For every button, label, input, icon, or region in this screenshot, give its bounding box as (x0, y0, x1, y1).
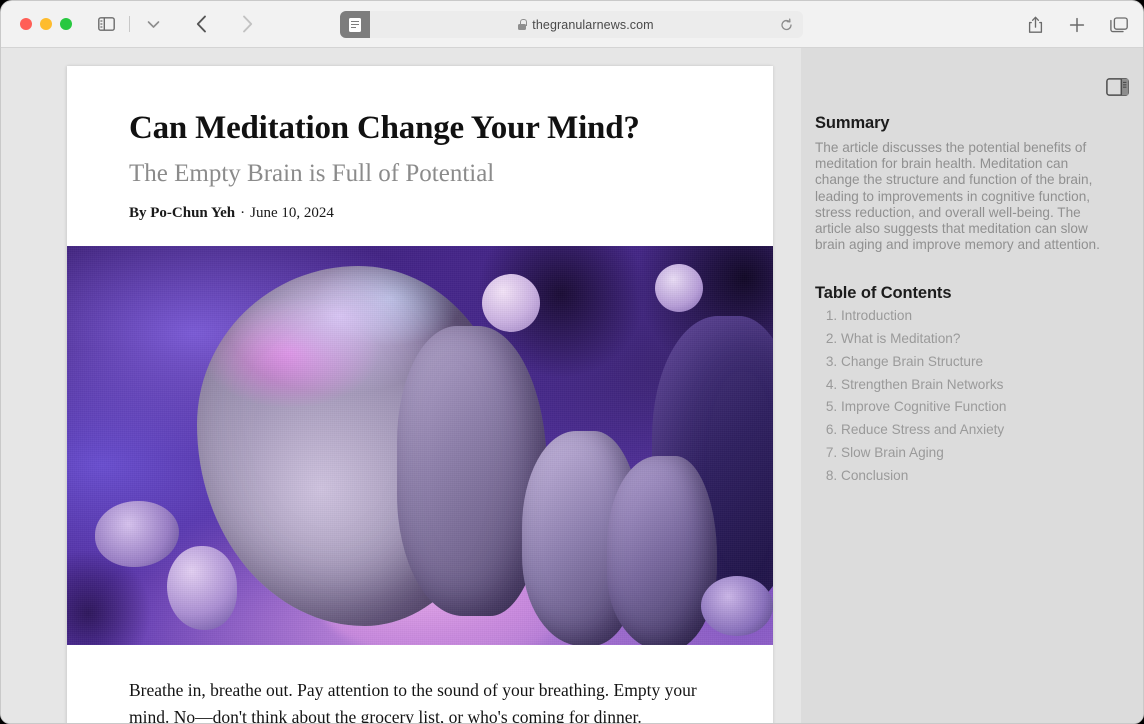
toc-item-label: Conclusion (841, 467, 909, 483)
chevron-down-icon (147, 20, 159, 28)
byline-date: June 10, 2024 (250, 204, 334, 221)
maximize-window-button[interactable] (60, 18, 72, 30)
address-bar[interactable]: thegranularnews.com (340, 11, 803, 38)
sidebar-panel-icon (1106, 78, 1129, 96)
forward-button[interactable] (235, 10, 259, 38)
toc-item-label: Change Brain Structure (841, 353, 984, 369)
toc-item[interactable]: What is Meditation? (841, 332, 1111, 346)
table-of-contents-list: Introduction What is Meditation? Change … (815, 309, 1111, 482)
sidebar-icon (97, 17, 115, 31)
toc-item[interactable]: Introduction (841, 309, 1111, 323)
url-text: thegranularnews.com (532, 17, 654, 32)
toc-item-label: Introduction (841, 308, 913, 324)
sidebar-options-button[interactable] (141, 10, 165, 38)
article-subtitle: The Empty Brain is Full of Potential (129, 159, 495, 187)
summary-heading: Summary (815, 114, 890, 132)
reader-view-icon (349, 17, 361, 32)
article-body: Breathe in, breathe out. Pay attention t… (67, 645, 773, 724)
browser-window: thegranularnews.com Can Meditation Chang… (0, 0, 1144, 724)
toc-item-label: What is Meditation? (841, 330, 961, 346)
reload-icon (781, 18, 792, 30)
sidebar-content: Summary The article discusses the potent… (801, 48, 1143, 482)
browser-toolbar: thegranularnews.com (1, 1, 1143, 48)
back-button[interactable] (189, 10, 213, 38)
toc-item[interactable]: Improve Cognitive Function (841, 400, 1111, 414)
toc-item[interactable]: Reduce Stress and Anxiety (841, 423, 1111, 437)
forward-arrow-icon (242, 15, 252, 33)
toolbar-actions (1023, 1, 1131, 48)
toolbar-divider (129, 16, 130, 32)
toc-item[interactable]: Conclusion (841, 467, 1111, 483)
new-tab-button[interactable] (1065, 11, 1089, 39)
toc-item[interactable]: Slow Brain Aging (841, 446, 1111, 460)
toc-item[interactable]: Change Brain Structure (841, 353, 1111, 369)
close-window-button[interactable] (20, 18, 32, 30)
sidebar-panel-toggle-button[interactable] (1106, 78, 1129, 96)
url-input[interactable]: thegranularnews.com (369, 11, 803, 38)
toc-item-label: Slow Brain Aging (841, 444, 944, 460)
share-icon (1028, 16, 1042, 33)
reload-button[interactable] (780, 18, 793, 31)
minimize-window-button[interactable] (40, 18, 52, 30)
tab-overview-button[interactable] (1107, 11, 1131, 39)
lock-icon (518, 19, 527, 30)
toc-item-label: Reduce Stress and Anxiety (841, 422, 1005, 438)
article-hero-image (67, 246, 773, 645)
toc-item-label: Improve Cognitive Function (841, 399, 1007, 415)
reader-view-button[interactable] (340, 11, 370, 38)
article-paragraph: Breathe in, breathe out. Pay attention t… (129, 680, 697, 724)
sidebar-toggle-button[interactable] (94, 10, 118, 38)
toc-heading: Table of Contents (815, 284, 952, 303)
reader-article: Can Meditation Change Your Mind? The Emp… (67, 66, 773, 724)
window-controls (20, 18, 72, 30)
byline-separator: · (240, 204, 246, 221)
toolbar-nav-group (94, 10, 259, 38)
article-byline: By Po-Chun Yeh · June 10, 2024 (129, 205, 711, 222)
toc-item[interactable]: Strengthen Brain Networks (841, 376, 1111, 392)
url-display: thegranularnews.com (518, 17, 654, 32)
page-title: Can Meditation Change Your Mind? (129, 110, 640, 146)
back-arrow-icon (196, 15, 206, 33)
toc-item-label: Strengthen Brain Networks (841, 376, 1004, 392)
article-header: Can Meditation Change Your Mind? The Emp… (67, 66, 773, 222)
page-area: Can Meditation Change Your Mind? The Emp… (1, 48, 1143, 724)
summary-text: The article discusses the potential bene… (815, 140, 1100, 253)
tab-overview-icon (1110, 16, 1128, 32)
plus-icon (1069, 17, 1085, 32)
byline-author: By Po-Chun Yeh (129, 204, 236, 221)
share-button[interactable] (1023, 11, 1047, 39)
hero-grain-texture (67, 246, 773, 645)
summary-sidebar: Summary The article discusses the potent… (801, 48, 1143, 723)
